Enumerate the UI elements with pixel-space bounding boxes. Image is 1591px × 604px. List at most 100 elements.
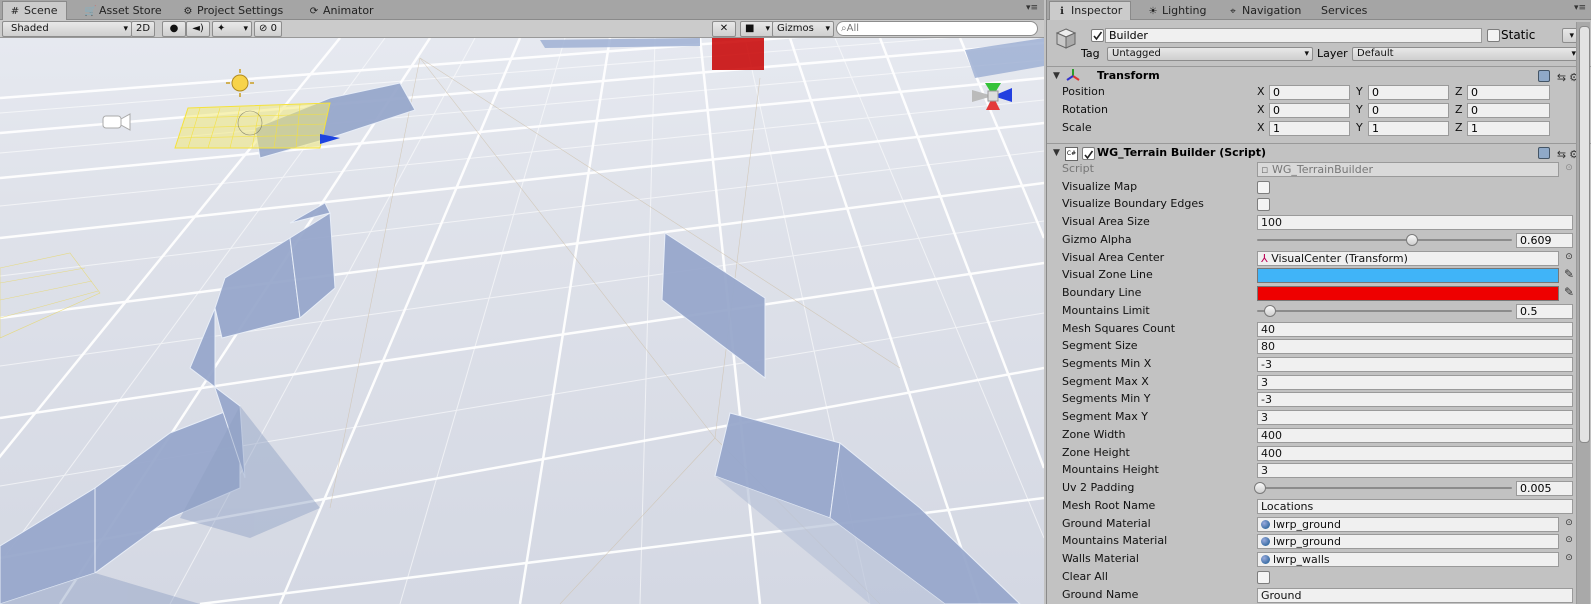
tag-dropdown[interactable]: Untagged [1107, 47, 1313, 61]
inspector-scrollbar[interactable] [1576, 22, 1590, 604]
field-gizmo-alpha: Gizmo Alpha 0.609 [1047, 231, 1591, 249]
scale-y-field[interactable]: Y1 [1356, 121, 1449, 136]
zone-height-input[interactable]: 400 [1257, 446, 1573, 461]
tools-icon[interactable]: ✕ [712, 21, 736, 37]
inspector-tab-bar: ℹ Inspector ☀ Lighting ⌖ Navigation Service… [1047, 0, 1591, 20]
visualize-boundary-edges-checkbox[interactable] [1257, 198, 1270, 211]
gizmo-alpha-slider[interactable] [1257, 234, 1512, 246]
boundary-line-color-swatch[interactable] [1257, 286, 1559, 301]
clear-all-checkbox[interactable] [1257, 571, 1270, 584]
tab-scene[interactable]: # Scene [2, 1, 67, 20]
static-checkbox[interactable] [1487, 29, 1500, 42]
tab-asset-store[interactable]: 🛒 Asset Store [78, 2, 170, 19]
scene-viewport[interactable] [0, 38, 1044, 604]
field-mesh-squares-count: Mesh Squares Count 40 [1047, 320, 1591, 338]
eyedropper-icon[interactable]: ✎ [1564, 268, 1574, 281]
field-mesh-root-name: Mesh Root Name Locations [1047, 497, 1591, 515]
mountains-material-field[interactable]: lwrp_ground [1257, 534, 1559, 549]
tab-label: Inspector [1071, 4, 1123, 17]
uv2-padding-input[interactable]: 0.005 [1516, 481, 1573, 496]
material-icon [1261, 555, 1270, 564]
mountains-height-input[interactable]: 3 [1257, 463, 1573, 478]
walls-material-field[interactable]: lwrp_walls [1257, 552, 1559, 567]
active-checkbox[interactable] [1091, 29, 1104, 42]
object-name-input[interactable]: Builder [1105, 28, 1482, 43]
transform-row-label: Scale [1062, 121, 1092, 134]
orientation-gizmo-icon[interactable] [972, 83, 1012, 110]
layer-dropdown[interactable]: Default [1352, 47, 1580, 61]
field-label: Walls Material [1062, 552, 1139, 565]
mountains-limit-input[interactable]: 0.5 [1516, 304, 1573, 319]
visual-area-center-field[interactable]: ⅄ VisualCenter (Transform) [1257, 251, 1559, 266]
object-picker-icon[interactable]: ⊙ [1564, 553, 1574, 563]
object-picker-icon[interactable]: ⊙ [1564, 252, 1574, 262]
zone-width-input[interactable]: 400 [1257, 428, 1573, 443]
object-picker-icon[interactable]: ⊙ [1564, 518, 1574, 528]
segment-size-input[interactable]: 80 [1257, 339, 1573, 354]
panel-menu-icon[interactable]: ▾≡ [1574, 3, 1586, 13]
mesh-squares-count-input[interactable]: 40 [1257, 322, 1573, 337]
visual-area-size-input[interactable]: 100 [1257, 215, 1573, 230]
script-enabled-checkbox[interactable] [1082, 147, 1095, 160]
static-label: Static [1501, 28, 1536, 42]
tab-inspector[interactable]: ℹ Inspector [1049, 1, 1132, 20]
position-z-field[interactable]: Z0 [1455, 85, 1550, 100]
scene-panel: # Scene 🛒 Asset Store ⚙ Project Settings ⟳ A… [0, 0, 1044, 604]
segment-max-x-input[interactable]: 3 [1257, 375, 1573, 390]
camera-dropdown[interactable]: ■ [740, 21, 774, 37]
hidden-objects-toggle[interactable]: ⊘ 0 [254, 21, 282, 37]
mesh-root-name-input[interactable]: Locations [1257, 499, 1573, 514]
rotation-y-field[interactable]: Y0 [1356, 103, 1449, 118]
transform-row-position: Position X0 Y0 Z0 [1047, 83, 1591, 101]
panel-menu-icon[interactable]: ▾≡ [1026, 3, 1038, 13]
animator-icon: ⟳ [309, 6, 319, 17]
search-placeholder: All [846, 23, 860, 34]
shading-mode-dropdown[interactable]: Shaded [2, 21, 132, 37]
scene-toolbar: Shaded 2D ● ◄) ✦ ⊘ 0 ✕ ■ Gizmos ⌕All [0, 20, 1044, 38]
transform-row-scale: Scale X1 Y1 Z1 [1047, 119, 1591, 137]
position-y-field[interactable]: Y0 [1356, 85, 1449, 100]
segments-min-y-input[interactable]: -3 [1257, 392, 1573, 407]
segments-min-x-input[interactable]: -3 [1257, 357, 1573, 372]
scale-x-field[interactable]: X1 [1257, 121, 1350, 136]
tab-lighting[interactable]: ☀ Lighting [1141, 2, 1214, 19]
tab-services[interactable]: Services [1315, 2, 1375, 19]
tab-label: Navigation [1242, 4, 1302, 17]
scrollbar-thumb[interactable] [1579, 26, 1590, 443]
effects-dropdown[interactable]: ✦ [212, 21, 252, 37]
tab-animator[interactable]: ⟳ Animator [302, 2, 382, 19]
position-x-field[interactable]: X0 [1257, 85, 1350, 100]
slider-knob[interactable] [1263, 305, 1276, 317]
mountains-limit-slider[interactable] [1257, 305, 1512, 317]
slider-knob[interactable] [1253, 482, 1266, 494]
visual-zone-line-color-swatch[interactable] [1257, 268, 1559, 283]
gizmo-alpha-input[interactable]: 0.609 [1516, 233, 1573, 248]
help-icon[interactable] [1538, 70, 1551, 82]
gizmos-dropdown[interactable]: Gizmos [772, 21, 834, 37]
field-label: Visualize Map [1062, 180, 1138, 193]
eyedropper-icon[interactable]: ✎ [1564, 286, 1574, 299]
scene-render [0, 38, 1044, 604]
rotation-x-field[interactable]: X0 [1257, 103, 1350, 118]
scene-tab-bar: # Scene 🛒 Asset Store ⚙ Project Settings ⟳ A… [0, 0, 1044, 20]
rotation-z-field[interactable]: Z0 [1455, 103, 1550, 118]
tab-project-settings[interactable]: ⚙ Project Settings [176, 2, 291, 19]
ground-material-field[interactable]: lwrp_ground [1257, 517, 1559, 532]
ground-name-input[interactable]: Ground [1257, 588, 1573, 603]
lighting-toggle-icon[interactable]: ● [162, 21, 186, 37]
slider-knob[interactable] [1406, 234, 1419, 246]
field-label: Ground Name [1062, 588, 1139, 601]
help-icon[interactable] [1538, 147, 1551, 159]
uv2-padding-slider[interactable] [1253, 482, 1512, 494]
material-icon [1261, 520, 1270, 529]
audio-toggle-icon[interactable]: ◄) [186, 21, 210, 37]
segment-max-y-input[interactable]: 3 [1257, 410, 1573, 425]
scene-search-input[interactable]: ⌕All [836, 21, 1038, 36]
visualize-map-checkbox[interactable] [1257, 181, 1270, 194]
scale-z-field[interactable]: Z1 [1455, 121, 1550, 136]
tab-label: Lighting [1162, 4, 1207, 17]
mode-2d-button[interactable]: 2D [131, 21, 155, 37]
field-label: Zone Width [1062, 428, 1126, 441]
tab-navigation[interactable]: ⌖ Navigation [1221, 2, 1309, 19]
object-picker-icon[interactable]: ⊙ [1564, 535, 1574, 545]
